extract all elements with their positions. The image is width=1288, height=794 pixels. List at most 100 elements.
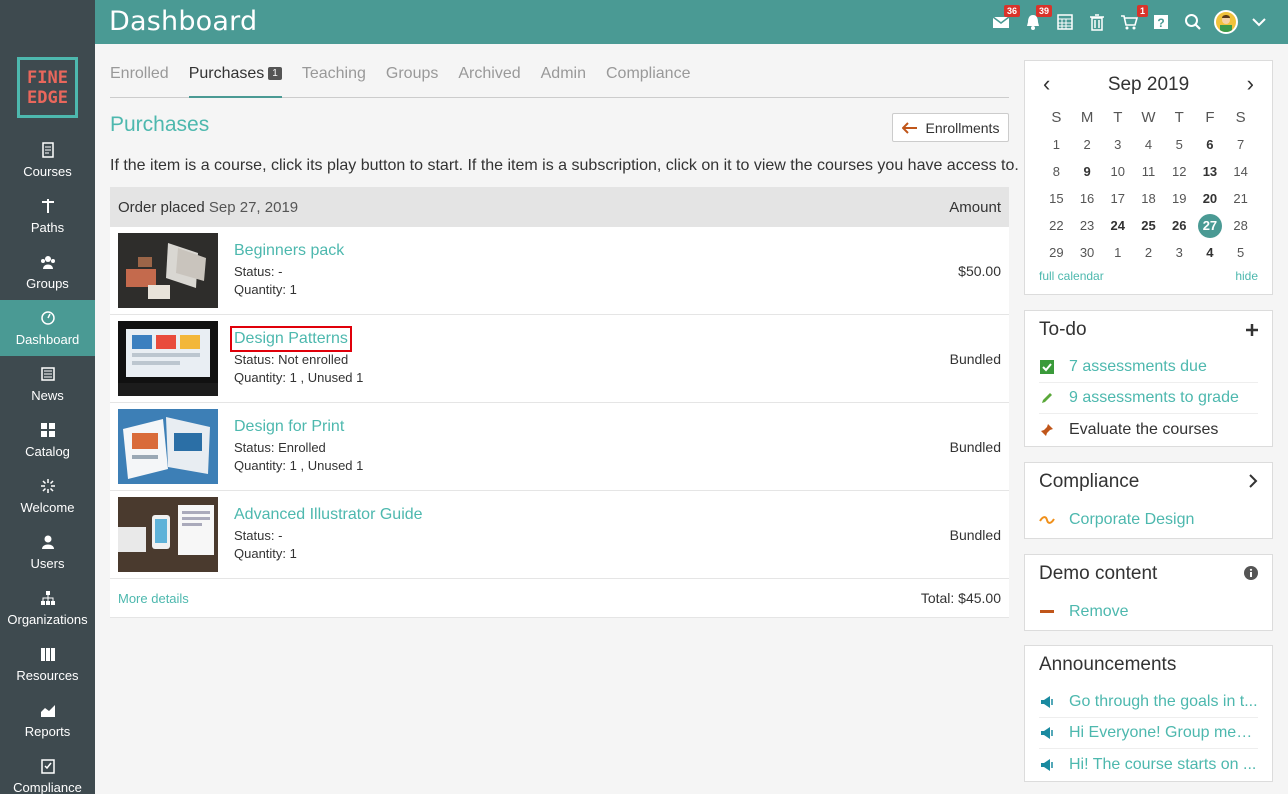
tab-compliance[interactable]: Compliance (606, 56, 690, 98)
trash-icon[interactable] (1086, 11, 1108, 33)
calendar-day[interactable]: 29 (1041, 239, 1072, 266)
course-thumbnail[interactable] (118, 321, 218, 396)
calendar-day[interactable]: 1 (1102, 239, 1133, 266)
calendar-day[interactable]: 4 (1133, 131, 1164, 158)
calendar-day[interactable]: 28 (1225, 212, 1256, 239)
calendar-day[interactable]: 2 (1133, 239, 1164, 266)
sidebar-item-groups[interactable]: Groups (0, 244, 95, 300)
list-item[interactable]: Go through the goals in t... (1039, 687, 1258, 718)
calendar-day[interactable]: 25 (1133, 212, 1164, 239)
sidebar-item-reports[interactable]: Reports (0, 692, 95, 748)
logo[interactable]: FINE EDGE (17, 57, 78, 118)
list-item[interactable]: 7 assessments due (1039, 352, 1258, 383)
sidebar-item-courses[interactable]: Courses (0, 132, 95, 188)
help-icon[interactable]: ? (1150, 11, 1172, 33)
inbox-badge: 36 (1003, 5, 1020, 17)
item-title[interactable]: Beginners pack (234, 242, 344, 260)
sidebar-item-compliance[interactable]: Compliance (0, 748, 95, 794)
top-bar: Dashboard 36 39 1 ? (0, 0, 1288, 44)
tab-teaching[interactable]: Teaching (302, 56, 366, 98)
calendar-day[interactable]: 14 (1225, 158, 1256, 185)
calendar-day[interactable]: 23 (1072, 212, 1103, 239)
item-title[interactable]: Design for Print (234, 418, 344, 436)
chevron-right-icon[interactable] (1248, 472, 1258, 493)
calendar-day[interactable]: 3 (1164, 239, 1195, 266)
calendar-day[interactable]: 20 (1195, 185, 1226, 212)
calendar-day[interactable]: 5 (1225, 239, 1256, 266)
calendar-day[interactable]: 19 (1164, 185, 1195, 212)
sidebar-item-dashboard[interactable]: Dashboard (0, 300, 95, 356)
calendar-day[interactable]: 2 (1072, 131, 1103, 158)
calendar-day[interactable]: 3 (1102, 131, 1133, 158)
full-calendar-link[interactable]: full calendar (1039, 269, 1104, 283)
calendar-day[interactable]: 7 (1225, 131, 1256, 158)
item-title[interactable]: Advanced Illustrator Guide (234, 506, 423, 524)
item-title[interactable]: Design Patterns (230, 326, 352, 352)
search-icon[interactable] (1182, 11, 1204, 33)
course-thumbnail[interactable] (118, 497, 218, 572)
calendar-day[interactable]: 15 (1041, 185, 1072, 212)
more-details-link[interactable]: More details (118, 591, 189, 606)
sidebar-item-welcome[interactable]: Welcome (0, 468, 95, 524)
list-item[interactable]: Remove (1039, 596, 1258, 627)
order-table: Order placed Sep 27, 2019 Amount Beginne… (110, 187, 1009, 618)
sidebar-item-organizations[interactable]: Organizations (0, 580, 95, 636)
course-thumbnail[interactable] (118, 409, 218, 484)
tab-purchases[interactable]: Purchases 1 (188, 56, 282, 98)
calendar-day[interactable]: 12 (1164, 158, 1195, 185)
calendar-day[interactable]: 13 (1195, 158, 1226, 185)
calendar-day[interactable]: 21 (1225, 185, 1256, 212)
calendar-day[interactable]: 26 (1164, 212, 1195, 239)
calendar-day[interactable]: 9 (1072, 158, 1103, 185)
calendar-day[interactable]: 30 (1072, 239, 1103, 266)
news-icon (40, 366, 55, 381)
quantity-value: 1 , Unused 1 (289, 458, 364, 473)
calendar-day[interactable]: 4 (1195, 239, 1226, 266)
signpost-icon (41, 198, 54, 213)
calendar-day[interactable]: 17 (1102, 185, 1133, 212)
calendar-day[interactable]: 8 (1041, 158, 1072, 185)
list-item[interactable]: Hi Everyone! Group meeti... (1039, 718, 1258, 749)
list-item[interactable]: Corporate Design (1039, 504, 1258, 535)
sidebar-item-resources[interactable]: Resources (0, 636, 95, 692)
inbox-icon[interactable]: 36 (990, 5, 1020, 33)
cart-icon[interactable]: 1 (1118, 5, 1148, 33)
sidebar-item-news[interactable]: News (0, 356, 95, 412)
course-thumbnail[interactable] (118, 233, 218, 308)
calendar-day[interactable]: 6 (1195, 131, 1226, 158)
calendar-day[interactable]: 11 (1133, 158, 1164, 185)
list-item[interactable]: 9 assessments to grade (1039, 383, 1258, 414)
hide-calendar-link[interactable]: hide (1235, 269, 1258, 283)
calendar-weekday: T (1113, 109, 1123, 126)
list-item[interactable]: Hi! The course starts on ... (1039, 749, 1258, 780)
tab-admin[interactable]: Admin (541, 56, 586, 98)
bell-icon[interactable]: 39 (1022, 5, 1052, 33)
next-month-button[interactable]: › (1247, 71, 1254, 97)
compliance-list: Corporate Design (1039, 504, 1258, 535)
chevron-down-icon[interactable] (1248, 11, 1270, 33)
calendar-day[interactable]: 16 (1072, 185, 1103, 212)
list-item[interactable]: Evaluate the courses (1039, 414, 1258, 445)
tab-enrolled[interactable]: Enrolled (110, 56, 169, 98)
sidebar-item-users[interactable]: Users (0, 524, 95, 580)
enrollments-button[interactable]: Enrollments (892, 113, 1009, 142)
info-icon[interactable] (1244, 564, 1258, 585)
demo-content-panel: Demo content Remove (1024, 554, 1273, 631)
calendar-day[interactable]: 24 (1102, 212, 1133, 239)
tab-archived[interactable]: Archived (458, 56, 520, 98)
calendar-day[interactable]: 5 (1164, 131, 1195, 158)
calendar-today[interactable]: 27 (1197, 213, 1222, 238)
tab-groups[interactable]: Groups (386, 56, 438, 98)
calendar-day[interactable]: 10 (1102, 158, 1133, 185)
amount-header: Amount (949, 198, 1001, 216)
sidebar-item-label: Catalog (25, 443, 70, 459)
sidebar-item-catalog[interactable]: Catalog (0, 412, 95, 468)
calendar-day[interactable]: 22 (1041, 212, 1072, 239)
calendar-day[interactable]: 1 (1041, 131, 1072, 158)
sidebar-item-paths[interactable]: Paths (0, 188, 95, 244)
calendar-icon[interactable] (1054, 11, 1076, 33)
calendar-day[interactable]: 18 (1133, 185, 1164, 212)
avatar[interactable] (1214, 10, 1238, 34)
calendar-day[interactable]: 27 (1195, 212, 1226, 239)
add-todo-button[interactable] (1246, 320, 1258, 341)
